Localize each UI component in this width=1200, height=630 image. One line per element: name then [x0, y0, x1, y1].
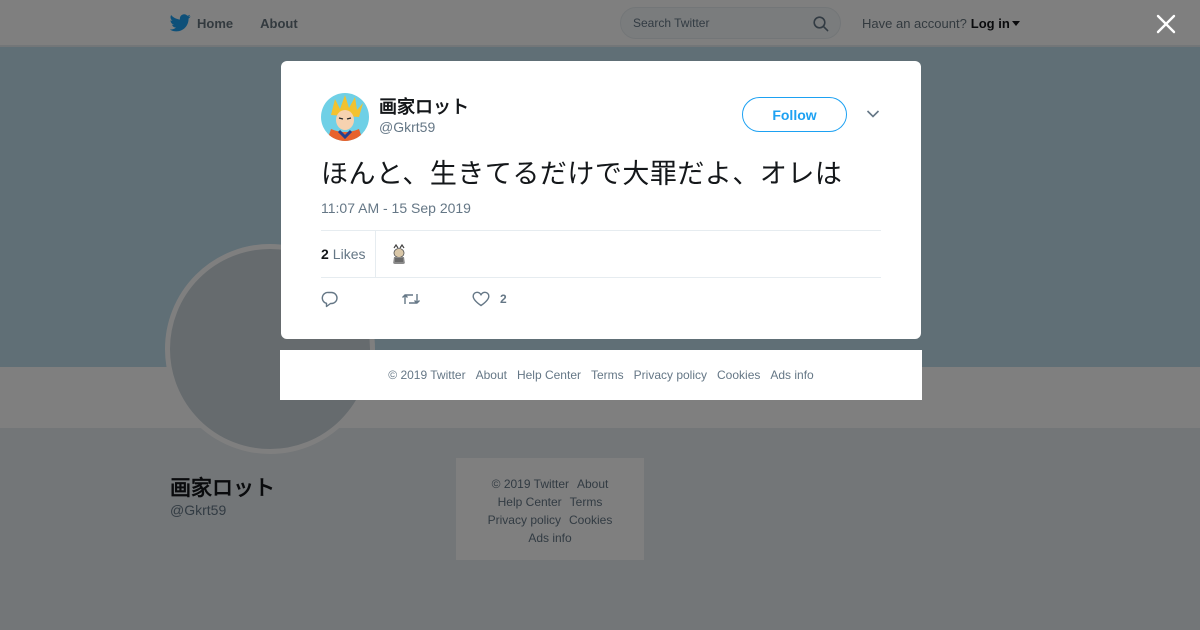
reply-icon — [321, 291, 338, 308]
author-handle[interactable]: @Gkrt59 — [379, 119, 435, 135]
retweet-button[interactable] — [401, 291, 421, 307]
footer-help-center[interactable]: Help Center — [517, 368, 581, 382]
like-count: 2 — [500, 292, 507, 306]
reply-button[interactable] — [321, 290, 339, 308]
footer-cookies[interactable]: Cookies — [717, 368, 760, 382]
retweet-icon — [402, 294, 420, 304]
likes-label: Likes — [332, 246, 366, 262]
footer-copyright: © 2019 Twitter — [388, 368, 466, 382]
author-name[interactable]: 画家ロット — [379, 93, 469, 119]
like-button[interactable]: 2 — [472, 291, 507, 307]
liker-avatar[interactable] — [388, 243, 411, 265]
follow-button[interactable]: Follow — [742, 97, 847, 132]
heart-icon — [472, 291, 490, 307]
footer-about[interactable]: About — [476, 368, 507, 382]
footer-ads-info[interactable]: Ads info — [770, 368, 813, 382]
tweet-actions: 2 — [321, 289, 507, 309]
likes-count: 2 — [321, 246, 329, 262]
tweet-timestamp[interactable]: 11:07 AM - 15 Sep 2019 — [321, 200, 471, 216]
tweet-text: ほんと、生きてるだけで大罪だよ、オレは — [321, 159, 843, 189]
chevron-down-icon[interactable] — [866, 109, 880, 119]
author-avatar[interactable] — [321, 93, 369, 141]
footer-privacy[interactable]: Privacy policy — [634, 368, 707, 382]
footer-terms[interactable]: Terms — [591, 368, 624, 382]
likes-stat[interactable]: 2 Likes — [321, 231, 377, 277]
tweet-modal: 画家ロット @Gkrt59 Follow ほんと、生きてるだけで大罪だよ、オレは… — [281, 61, 921, 339]
tweet-stats: 2 Likes — [321, 230, 881, 278]
close-icon[interactable] — [1154, 12, 1178, 36]
modal-footer: © 2019 Twitter About Help Center Terms P… — [280, 350, 922, 400]
